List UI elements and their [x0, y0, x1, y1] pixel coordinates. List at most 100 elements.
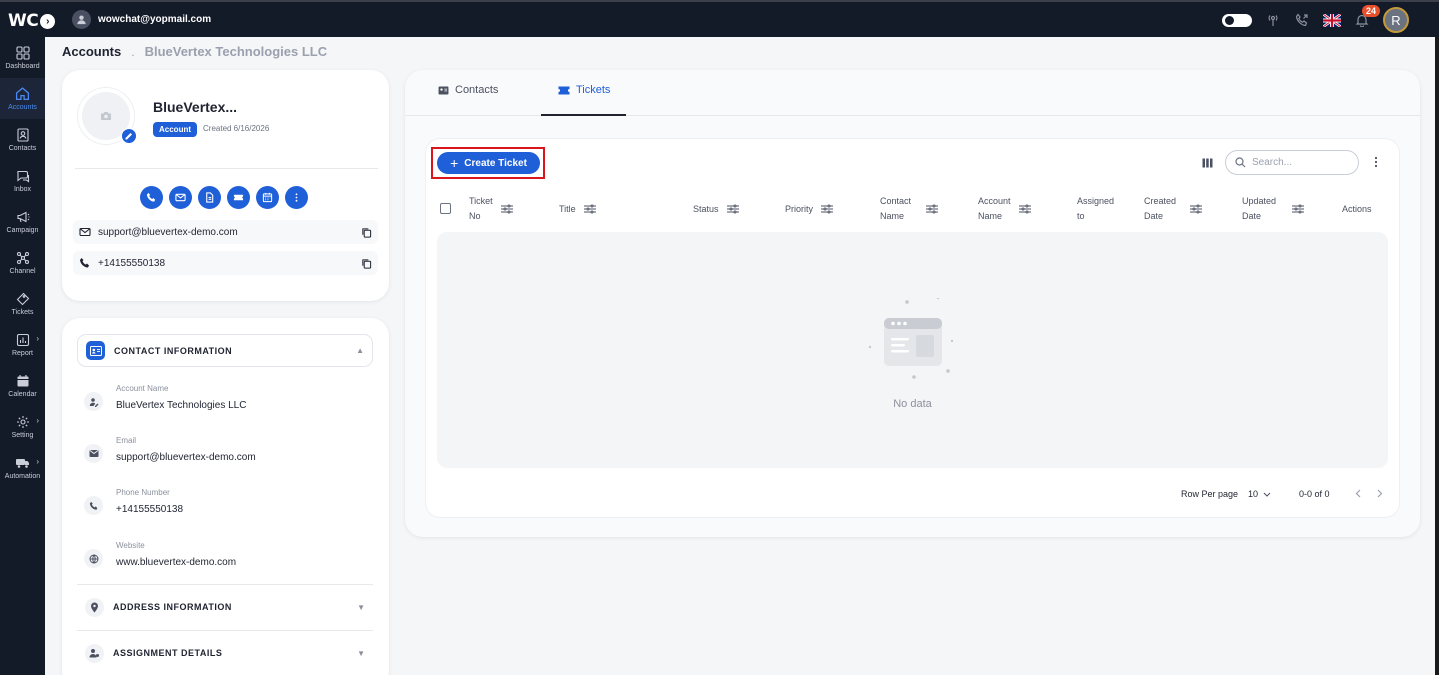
column-label: Created — [1144, 196, 1177, 206]
breadcrumb-root[interactable]: Accounts — [62, 44, 121, 59]
divider — [75, 168, 378, 169]
antenna-icon[interactable] — [1265, 12, 1281, 28]
create-ticket-button[interactable]: + Create Ticket — [437, 152, 540, 174]
ticket-icon — [233, 194, 244, 201]
prev-page-icon[interactable] — [1355, 489, 1361, 498]
empty-text: No data — [893, 398, 932, 410]
more-actions-button[interactable] — [285, 186, 308, 209]
search-icon — [1235, 157, 1246, 168]
user-edit-icon — [84, 392, 103, 411]
main-panel: Contacts Tickets + Create Ticket Ticket N… — [405, 70, 1420, 537]
sidebar-item-inbox[interactable]: Inbox — [0, 160, 45, 201]
pagination-controls — [1355, 489, 1383, 498]
sidebar-item-setting[interactable]: › Setting — [0, 406, 45, 447]
field-value: support@bluevertex-demo.com — [116, 452, 256, 463]
calendar-button[interactable] — [256, 186, 279, 209]
column-account-name[interactable]: Account Name — [978, 187, 1031, 231]
select-all-checkbox[interactable] — [440, 203, 451, 214]
contact-info-header[interactable]: CONTACT INFORMATION ▲ — [77, 334, 373, 367]
email-button[interactable] — [169, 186, 192, 209]
phone-call-icon[interactable] — [1294, 12, 1310, 28]
address-info-section[interactable]: ADDRESS INFORMATION ▼ — [77, 584, 373, 629]
notification-badge: 24 — [1362, 5, 1381, 17]
top-icons: 24 R — [1222, 5, 1409, 33]
sidebar-item-channel[interactable]: Channel — [0, 242, 45, 283]
sidebar-item-label: Report — [11, 349, 33, 357]
search-input[interactable] — [1252, 157, 1347, 168]
tab-contacts[interactable]: Contacts — [438, 84, 498, 96]
sidebar-item-report[interactable]: › Report — [0, 324, 45, 365]
column-status[interactable]: Status — [693, 187, 739, 231]
call-button[interactable] — [140, 186, 163, 209]
chevron-down-icon: ▼ — [357, 648, 365, 658]
copy-icon[interactable] — [361, 227, 372, 238]
phone-icon — [146, 192, 156, 202]
tickets-table-card: + Create Ticket Ticket No Title Status — [426, 139, 1399, 517]
column-label: Account — [978, 196, 1011, 206]
assignment-details-section[interactable]: ASSIGNMENT DETAILS ▼ — [77, 630, 373, 675]
column-assigned-to[interactable]: Assigned to — [1077, 187, 1114, 231]
empty-state: No data — [437, 232, 1388, 468]
phone-text: +14155550138 — [98, 257, 166, 269]
field-value: BlueVertex Technologies LLC — [116, 400, 247, 411]
app-logo[interactable]: WC › — [8, 10, 56, 32]
sidebar-item-calendar[interactable]: Calendar — [0, 365, 45, 406]
column-title[interactable]: Title — [559, 187, 596, 231]
email-text: support@bluevertex-demo.com — [98, 226, 238, 238]
table-header: Ticket No Title Status Priority Contact Na… — [426, 187, 1399, 231]
sidebar-item-label: Automation — [4, 472, 41, 480]
logo-text: WC — [8, 11, 39, 31]
filter-icon — [926, 204, 939, 214]
rows-per-page-label: Row Per page — [1181, 489, 1239, 499]
uk-flag-icon[interactable] — [1323, 13, 1341, 27]
rows-per-page-select[interactable]: 10 — [1248, 489, 1271, 499]
column-ticket-no[interactable]: Ticket No — [469, 187, 513, 231]
column-label: Name — [880, 211, 905, 221]
column-label: Ticket — [469, 196, 493, 206]
user-group-icon — [85, 643, 104, 663]
tab-label: Tickets — [576, 84, 611, 96]
next-page-icon[interactable] — [1377, 489, 1383, 498]
sidebar-item-accounts[interactable]: Accounts — [0, 78, 45, 119]
breadcrumb: Accounts . BlueVertex Technologies LLC — [62, 44, 327, 59]
sidebar-item-label: Contacts — [8, 144, 37, 152]
profile-avatar[interactable]: R — [1383, 7, 1409, 33]
chevron-down-icon: ▼ — [357, 602, 365, 612]
tab-bar: Contacts Tickets — [405, 70, 1420, 116]
theme-toggle[interactable] — [1222, 13, 1252, 27]
sidebar-item-dashboard[interactable]: Dashboard — [0, 37, 45, 78]
table-options-icon[interactable] — [1374, 156, 1378, 171]
column-label: Actions — [1342, 203, 1372, 214]
sidebar-toggle-icon[interactable]: › — [40, 13, 56, 29]
calendar-icon — [262, 192, 273, 203]
user-icon — [72, 10, 91, 29]
document-icon — [206, 192, 214, 203]
sidebar-item-label: Calendar — [8, 390, 37, 398]
sidebar-item-label: Tickets — [11, 308, 34, 316]
column-updated-date[interactable]: Updated Date — [1242, 187, 1305, 231]
note-button[interactable] — [198, 186, 221, 209]
user-chip[interactable]: wowchat@yopmail.com — [72, 10, 211, 29]
column-priority[interactable]: Priority — [785, 187, 834, 231]
column-label: Assigned — [1077, 196, 1115, 206]
page-scrollbar[interactable] — [1435, 37, 1439, 675]
chevron-right-icon: › — [36, 457, 39, 466]
inbox-icon — [16, 170, 29, 183]
columns-icon[interactable] — [1202, 157, 1213, 171]
column-created-date[interactable]: Created Date — [1144, 187, 1203, 231]
sidebar-item-tickets[interactable]: Tickets — [0, 283, 45, 324]
campaign-icon — [16, 211, 29, 222]
sidebar-item-campaign[interactable]: Campaign — [0, 201, 45, 242]
page-range: 0-0 of 0 — [1299, 489, 1330, 499]
column-label: Priority — [785, 203, 814, 214]
mail-icon — [79, 227, 91, 237]
sidebar-item-contacts[interactable]: Contacts — [0, 119, 45, 160]
sidebar-item-automation[interactable]: › Automation — [0, 447, 45, 488]
copy-icon[interactable] — [361, 258, 372, 269]
edit-avatar-button[interactable] — [121, 128, 137, 144]
column-contact-name[interactable]: Contact Name — [880, 187, 939, 231]
notification-bell[interactable]: 24 — [1354, 5, 1381, 28]
tab-tickets[interactable]: Tickets — [558, 84, 610, 96]
column-label: Contact — [880, 196, 912, 206]
ticket-button[interactable] — [227, 186, 250, 209]
